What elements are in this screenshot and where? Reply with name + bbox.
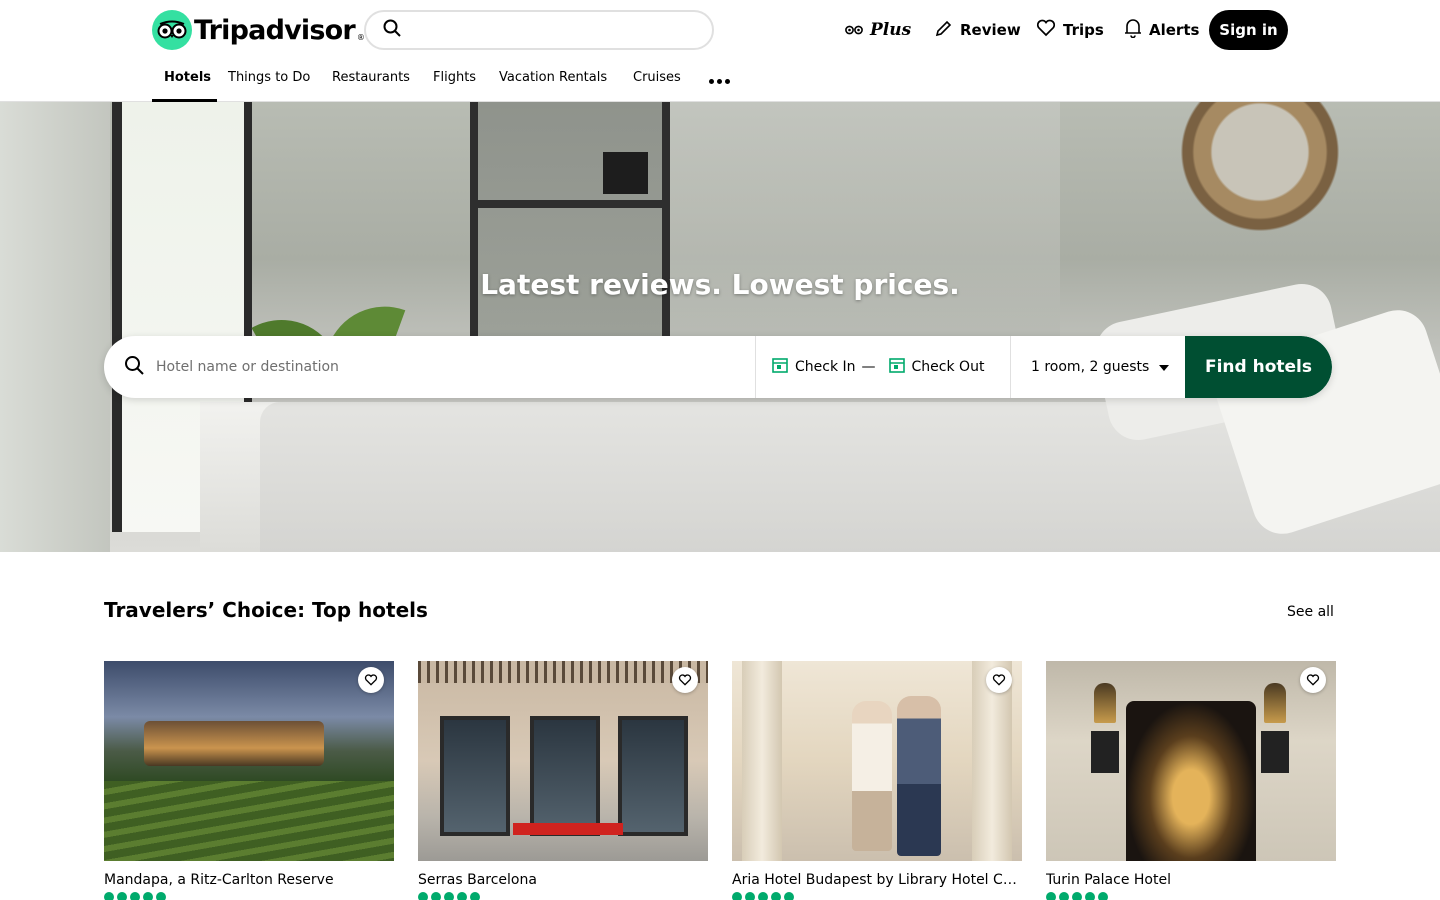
hotel-name[interactable]: Mandapa, a Ritz-Carlton Reserve — [104, 872, 394, 888]
search-icon — [124, 355, 144, 379]
date-picker[interactable]: Check In — Check Out — [755, 336, 1010, 398]
guests-selector[interactable]: 1 room, 2 guests — [1010, 336, 1185, 398]
hotel-card[interactable]: Turin Palace Hotel — [1046, 661, 1336, 900]
review-label: Review — [960, 21, 1021, 39]
hotel-card[interactable]: Mandapa, a Ritz-Carlton Reserve — [104, 661, 394, 900]
bell-icon — [1124, 18, 1142, 42]
destination-field[interactable] — [104, 336, 755, 398]
tab-hotels[interactable]: Hotels — [164, 70, 211, 85]
hotel-name[interactable]: Turin Palace Hotel — [1046, 872, 1336, 888]
tab-vacation-rentals[interactable]: Vacation Rentals — [499, 70, 607, 85]
hotel-card[interactable]: Aria Hotel Budapest by Library Hotel Col… — [732, 661, 1022, 900]
pencil-icon — [935, 19, 953, 41]
heart-icon[interactable] — [1300, 667, 1326, 693]
review-button[interactable]: Review — [935, 10, 1021, 50]
trips-label: Trips — [1063, 21, 1104, 39]
tab-cruises[interactable]: Cruises — [633, 70, 681, 85]
hotel-search-bar: Check In — Check Out 1 room, 2 guests Fi… — [104, 336, 1332, 398]
hotel-photo[interactable] — [104, 661, 394, 861]
hotel-photo[interactable] — [418, 661, 708, 861]
hero-glass-door — [470, 102, 670, 362]
calendar-icon — [771, 356, 789, 378]
tab-restaurants[interactable]: Restaurants — [332, 70, 410, 85]
rating-bubbles — [732, 892, 1022, 900]
sign-in-button[interactable]: Sign in — [1209, 10, 1288, 50]
heart-icon — [1036, 19, 1056, 41]
rating-bubbles — [1046, 892, 1336, 900]
hero-tv — [603, 152, 648, 194]
hotel-photo[interactable] — [732, 661, 1022, 861]
hero-title: Latest reviews. Lowest prices. — [480, 268, 960, 301]
check-in-label: Check In — [795, 359, 856, 375]
see-all-link[interactable]: See all — [1287, 604, 1334, 620]
heart-icon[interactable] — [672, 667, 698, 693]
category-tabs: Hotels Things to Do Restaurants Flights … — [0, 62, 1440, 102]
trips-button[interactable]: Trips — [1036, 10, 1104, 50]
heart-icon[interactable] — [358, 667, 384, 693]
destination-input[interactable] — [156, 359, 556, 375]
hotel-photo[interactable] — [1046, 661, 1336, 861]
caret-down-icon — [1159, 359, 1170, 375]
hotel-card[interactable]: Serras Barcelona — [418, 661, 708, 900]
tab-flights[interactable]: Flights — [433, 70, 476, 85]
site-header: Tripadvisor ® Plus Review Trips Alerts S… — [0, 0, 1440, 102]
plus-label: Plus — [870, 20, 912, 40]
hero-wall — [0, 102, 110, 552]
more-dots-icon[interactable] — [702, 70, 736, 92]
hero-door-bar — [470, 200, 670, 208]
plus-button[interactable]: Plus — [845, 10, 911, 50]
date-separator: — — [861, 359, 876, 375]
guests-label: 1 room, 2 guests — [1031, 359, 1150, 375]
hero-mirror — [1180, 102, 1340, 232]
heart-icon[interactable] — [986, 667, 1012, 693]
check-out-label: Check Out — [911, 359, 985, 375]
alerts-label: Alerts — [1149, 21, 1200, 39]
owl-icon — [845, 21, 863, 39]
hotel-name[interactable]: Serras Barcelona — [418, 872, 708, 888]
section-title: Travelers’ Choice: Top hotels — [104, 598, 428, 622]
hotel-name[interactable]: Aria Hotel Budapest by Library Hotel Col… — [732, 872, 1022, 888]
find-hotels-button[interactable]: Find hotels — [1185, 336, 1332, 398]
rating-bubbles — [418, 892, 708, 900]
calendar-icon — [888, 356, 906, 378]
tab-things-to-do[interactable]: Things to Do — [228, 70, 310, 85]
rating-bubbles — [104, 892, 394, 900]
hero-banner: Latest reviews. Lowest prices. — [0, 102, 1440, 552]
alerts-button[interactable]: Alerts — [1124, 10, 1199, 50]
